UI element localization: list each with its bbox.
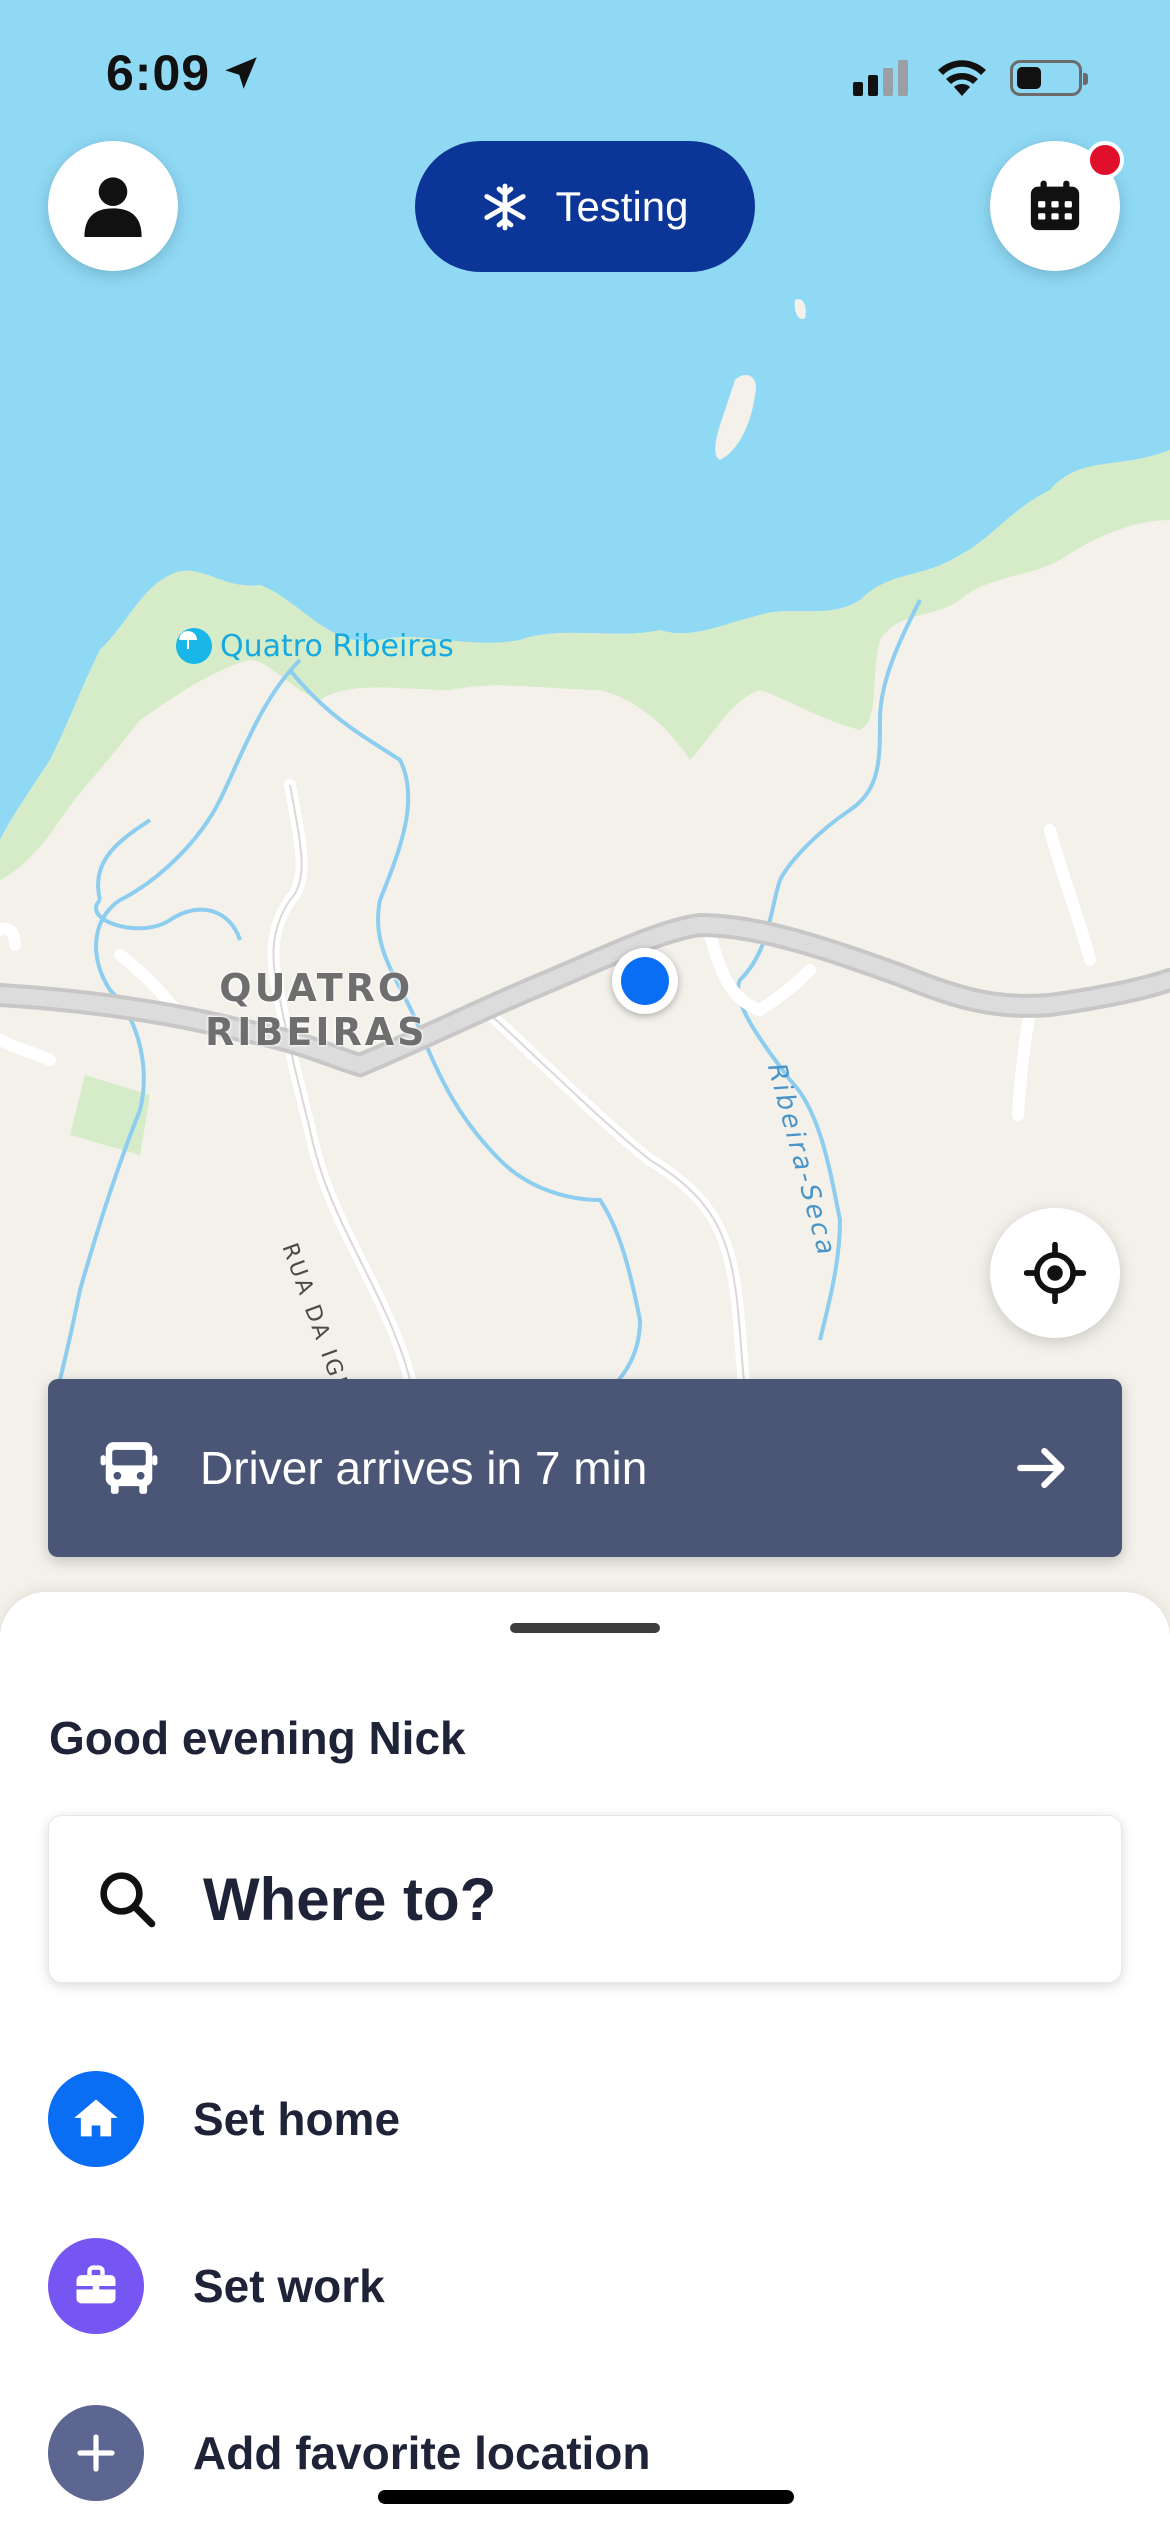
town-label: QUATRO RIBEIRAS [205, 966, 428, 1054]
driver-status-banner[interactable]: Driver arrives in 7 min [48, 1379, 1122, 1557]
wifi-icon [938, 60, 986, 96]
battery-icon [1010, 60, 1088, 96]
beach-umbrella-icon [176, 628, 212, 664]
set-work-item[interactable]: Set work [48, 2236, 1122, 2336]
search-placeholder: Where to? [203, 1865, 497, 1933]
current-location-dot [612, 948, 678, 1014]
mode-pill[interactable]: Testing [415, 141, 755, 272]
location-arrow-icon [225, 57, 257, 89]
add-favorite-item[interactable]: Add favorite location [48, 2403, 1122, 2503]
search-icon [87, 1859, 167, 1939]
snowflake-icon [484, 183, 527, 230]
set-work-label: Set work [193, 2260, 385, 2312]
home-indicator[interactable] [378, 2490, 794, 2504]
notification-badge [1086, 141, 1124, 179]
plus-icon [48, 2405, 144, 2501]
recenter-location-button[interactable] [990, 1208, 1120, 1338]
mode-pill-label: Testing [555, 182, 689, 230]
driver-status-text: Driver arrives in 7 min [200, 1442, 648, 1494]
briefcase-icon [48, 2238, 144, 2334]
profile-button[interactable] [48, 141, 178, 271]
sheet-drag-handle[interactable] [510, 1623, 660, 1633]
greeting-text: Good evening Nick [49, 1712, 466, 1764]
town-label-line2: RIBEIRAS [205, 1010, 428, 1054]
set-home-item[interactable]: Set home [48, 2069, 1122, 2169]
home-icon [48, 2071, 144, 2167]
arrow-right-icon [1010, 1436, 1074, 1500]
user-icon [84, 177, 142, 237]
set-home-label: Set home [193, 2093, 401, 2145]
cellular-signal-icon [853, 60, 908, 96]
beach-poi[interactable]: Quatro Ribeiras [176, 628, 454, 664]
bus-icon [94, 1433, 164, 1503]
destination-search-field[interactable]: Where to? [48, 1815, 1122, 1983]
calendar-icon [1030, 180, 1080, 231]
crosshair-icon [1024, 1242, 1086, 1304]
add-favorite-label: Add favorite location [193, 2427, 651, 2479]
app-screen: Quatro Ribeiras QUATRO RIBEIRAS RUA DA I… [0, 0, 1170, 2532]
status-time: 6:09 [106, 44, 262, 102]
town-label-line1: QUATRO [219, 966, 414, 1010]
beach-poi-label: Quatro Ribeiras [220, 628, 454, 664]
